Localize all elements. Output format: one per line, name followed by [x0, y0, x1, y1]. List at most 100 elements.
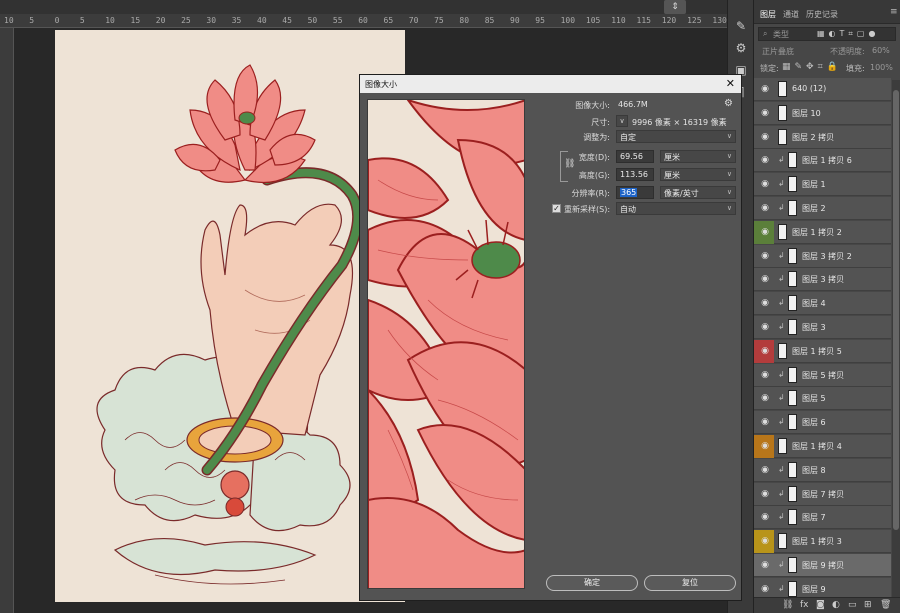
visibility-eye-icon[interactable]: ◉: [758, 82, 772, 96]
layer-row[interactable]: ◉ ↲ 图层 3 拷贝: [754, 268, 891, 292]
visibility-eye-icon[interactable]: ◉: [758, 558, 772, 572]
visibility-eye-icon[interactable]: ◉: [758, 391, 772, 405]
folder-icon[interactable]: ▭: [848, 600, 857, 610]
visibility-eye-icon[interactable]: ◉: [758, 582, 772, 596]
layer-row[interactable]: ◉ 图层 2 拷贝: [754, 125, 891, 149]
trash-icon[interactable]: 🗑: [880, 600, 891, 610]
ok-button[interactable]: 确定: [546, 575, 638, 591]
mask-icon[interactable]: ◙: [816, 600, 825, 610]
width-input[interactable]: 69.56: [616, 150, 654, 163]
tab-channels[interactable]: 通道: [783, 9, 799, 20]
layer-row[interactable]: ◉ ↲ 图层 5 拷贝: [754, 363, 891, 387]
layer-row[interactable]: ◉ ↲ 图层 7 拷贝: [754, 482, 891, 506]
layer-name[interactable]: 640 (12): [792, 84, 826, 93]
layer-name[interactable]: 图层 5 拷贝: [802, 370, 844, 381]
visibility-eye-icon[interactable]: ◉: [758, 534, 772, 548]
layer-name[interactable]: 图层 5: [802, 393, 826, 404]
layer-name[interactable]: 图层 2 拷贝: [792, 132, 834, 143]
visibility-eye-icon[interactable]: ◉: [758, 296, 772, 310]
adjustment-icon[interactable]: ◐: [832, 600, 840, 610]
adjust-icon[interactable]: ⚙: [733, 40, 749, 56]
height-input[interactable]: 113.56: [616, 168, 654, 181]
resolution-input[interactable]: 365: [616, 186, 654, 199]
width-unit-select[interactable]: 厘米 ∨: [660, 150, 736, 163]
layer-row[interactable]: ◉ ↲ 图层 1: [754, 173, 891, 197]
layer-name[interactable]: 图层 7: [802, 512, 826, 523]
visibility-eye-icon[interactable]: ◉: [758, 439, 772, 453]
close-icon[interactable]: ✕: [726, 77, 735, 90]
layer-row[interactable]: ◉ ↲ 图层 4: [754, 292, 891, 316]
fit-to-select[interactable]: 自定 ∨: [616, 130, 736, 143]
resample-checkbox[interactable]: ✓: [552, 204, 561, 213]
visibility-eye-icon[interactable]: ◉: [758, 344, 772, 358]
panel-menu-icon[interactable]: ≡: [890, 7, 898, 17]
layer-row[interactable]: ◉ ↲ 图层 9: [754, 577, 891, 598]
visibility-eye-icon[interactable]: ◉: [758, 487, 772, 501]
image-preview[interactable]: [367, 99, 525, 589]
layer-name[interactable]: 图层 3: [802, 322, 826, 333]
layer-name[interactable]: 图层 1 拷贝 5: [792, 346, 842, 357]
layer-name[interactable]: 图层 1 拷贝 2: [792, 227, 842, 238]
dialog-titlebar[interactable]: 图像大小 ✕: [360, 75, 741, 93]
layer-row[interactable]: ◉ ↲ 图层 1 拷贝 6: [754, 149, 891, 173]
opacity-value[interactable]: 60%: [872, 46, 890, 55]
layer-name[interactable]: 图层 1 拷贝 3: [792, 536, 842, 547]
layer-row[interactable]: ◉ 图层 1 拷贝 2: [754, 220, 891, 244]
visibility-eye-icon[interactable]: ◉: [758, 415, 772, 429]
layer-filter-field[interactable]: ⌕ 类型 ▦◐T⌗▢●: [758, 27, 896, 41]
link-icon[interactable]: ⛓: [782, 600, 793, 610]
scrollbar-thumb[interactable]: [893, 90, 899, 530]
fx-icon[interactable]: fx: [800, 600, 809, 610]
layer-name[interactable]: 图层 9 拷贝: [802, 560, 844, 571]
dimensions-unit-dropdown[interactable]: ∨: [616, 115, 628, 127]
layer-name[interactable]: 图层 10: [792, 108, 821, 119]
tab-layers[interactable]: 图层: [760, 9, 776, 20]
visibility-eye-icon[interactable]: ◉: [758, 225, 772, 239]
layer-row[interactable]: ◉ 图层 1 拷贝 4: [754, 435, 891, 458]
layer-row[interactable]: ◉ 图层 1 拷贝 3: [754, 530, 891, 554]
resolution-unit-select[interactable]: 像素/英寸 ∨: [660, 186, 736, 199]
lock-icons[interactable]: ▦✎✥⌗🔒: [782, 62, 842, 72]
layer-row[interactable]: ◉ ↲ 图层 2: [754, 197, 891, 220]
layer-name[interactable]: 图层 3 拷贝: [802, 274, 844, 285]
layer-row[interactable]: ◉ ↲ 图层 5: [754, 387, 891, 411]
layer-name[interactable]: 图层 2: [802, 203, 826, 214]
tab-history[interactable]: 历史记录: [806, 9, 838, 20]
layer-row[interactable]: ◉ ↲ 图层 3 拷贝 2: [754, 244, 891, 268]
resample-select[interactable]: 自动 ∨: [616, 202, 736, 215]
visibility-eye-icon[interactable]: ◉: [758, 510, 772, 524]
settings-gear-icon[interactable]: ⚙: [724, 98, 733, 109]
visibility-eye-icon[interactable]: ◉: [758, 463, 772, 477]
fill-value[interactable]: 100%: [870, 63, 893, 72]
layer-name[interactable]: 图层 1: [802, 179, 826, 190]
visibility-eye-icon[interactable]: ◉: [758, 201, 772, 215]
brush-icon[interactable]: ✎: [733, 18, 749, 34]
layer-name[interactable]: 图层 4: [802, 298, 826, 309]
visibility-eye-icon[interactable]: ◉: [758, 272, 772, 286]
layers-scrollbar[interactable]: [892, 80, 900, 600]
visibility-eye-icon[interactable]: ◉: [758, 320, 772, 334]
layer-row[interactable]: ◉ 图层 10: [754, 101, 891, 125]
layer-row[interactable]: ◉ 640 (12): [754, 78, 891, 101]
layer-row[interactable]: ◉ ↲ 图层 3: [754, 316, 891, 339]
visibility-eye-icon[interactable]: ◉: [758, 177, 772, 191]
height-unit-select[interactable]: 厘米 ∨: [660, 168, 736, 181]
new-layer-icon[interactable]: ⊞: [864, 600, 872, 610]
visibility-eye-icon[interactable]: ◉: [758, 106, 772, 120]
layer-row[interactable]: ◉ ↲ 图层 6: [754, 411, 891, 435]
arrange-icon[interactable]: ⇕: [664, 0, 686, 14]
visibility-eye-icon[interactable]: ◉: [758, 368, 772, 382]
layer-row[interactable]: ◉ ↲ 图层 7: [754, 506, 891, 530]
layer-name[interactable]: 图层 6: [802, 417, 826, 428]
layer-name[interactable]: 图层 1 拷贝 4: [792, 441, 842, 452]
blend-mode-select[interactable]: 正片叠底: [762, 46, 794, 57]
layer-name[interactable]: 图层 9: [802, 584, 826, 595]
filter-icons[interactable]: ▦◐T⌗▢●: [817, 29, 879, 39]
visibility-eye-icon[interactable]: ◉: [758, 249, 772, 263]
layer-row[interactable]: ◉ 图层 1 拷贝 5: [754, 339, 891, 363]
artwork-canvas[interactable]: [55, 30, 405, 602]
visibility-eye-icon[interactable]: ◉: [758, 153, 772, 167]
layer-row[interactable]: ◉ ↲ 图层 9 拷贝: [754, 554, 891, 577]
visibility-eye-icon[interactable]: ◉: [758, 130, 772, 144]
layer-name[interactable]: 图层 3 拷贝 2: [802, 251, 852, 262]
